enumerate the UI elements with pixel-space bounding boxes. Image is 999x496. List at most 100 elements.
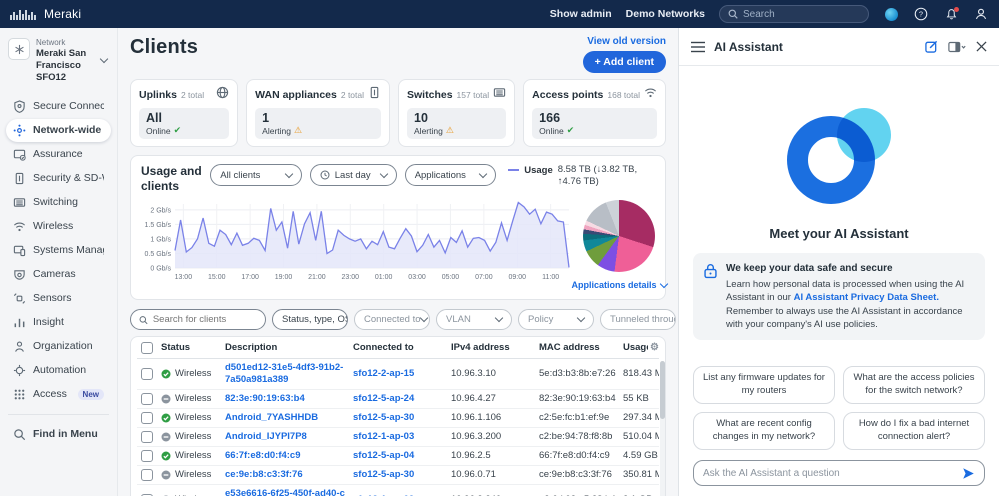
column-description[interactable]: Description xyxy=(225,342,353,353)
sidebar-item-access-manager[interactable]: Access Manager New xyxy=(6,383,111,406)
global-search-input[interactable]: Search xyxy=(719,5,869,23)
client-description-link[interactable]: 82:3e:90:19:63:b4 xyxy=(225,393,353,405)
view-old-version-link[interactable]: View old version xyxy=(587,36,666,47)
privacy-datasheet-link[interactable]: AI Assistant Privacy Data Sheet. xyxy=(794,292,939,303)
add-client-button[interactable]: + Add client xyxy=(582,51,666,73)
column-mac[interactable]: MAC address xyxy=(539,342,623,353)
table-scrollbar[interactable] xyxy=(660,361,665,496)
send-icon[interactable] xyxy=(962,467,975,480)
new-chat-icon[interactable] xyxy=(925,40,938,53)
row-checkbox[interactable] xyxy=(141,367,153,380)
table-row[interactable]: Wireless e53e6616-6f25-450f-ad40-c8228ae… xyxy=(137,485,659,496)
sidebar-item-network-wide[interactable]: Network-wide xyxy=(6,118,111,142)
connected-to-link[interactable]: sfo12-5-ap-04 xyxy=(353,450,451,462)
suggestion-chips: List any firmware updates for my routers… xyxy=(693,366,985,450)
usage-line-chart: 0 Gb/s 0.5 Gb/s 1 Gb/s 1.5 Gb/s 2 Gb/s 13:00… xyxy=(141,198,573,295)
client-description-link[interactable]: d501ed12-31e5-4df3-91b2-7a50a981a389 xyxy=(225,362,353,386)
filter-connected-to[interactable]: Connected to xyxy=(354,309,430,330)
client-description-link[interactable]: 66:7f:e8:d0:f4:c9 xyxy=(225,450,353,462)
suggestion-chip[interactable]: What are the access policies for the swi… xyxy=(843,366,985,404)
svg-text:15:00: 15:00 xyxy=(208,274,226,281)
card-value: 1 xyxy=(262,111,270,125)
column-settings-gear-icon[interactable]: ⚙ xyxy=(650,342,659,353)
row-checkbox[interactable] xyxy=(141,449,153,462)
svg-text:0 Gb/s: 0 Gb/s xyxy=(150,266,171,273)
network-selector[interactable]: Network Meraki San Francisco SFO12 xyxy=(6,36,111,94)
row-checkbox[interactable] xyxy=(141,392,153,405)
table-row[interactable]: Wireless d501ed12-31e5-4df3-91b2-7a50a98… xyxy=(137,359,659,390)
suggestion-chip[interactable]: How do I fix a bad internet connection a… xyxy=(843,412,985,450)
dock-panel-icon[interactable] xyxy=(948,41,966,53)
client-description-link[interactable]: Android_IJYPI7P8 xyxy=(225,431,353,443)
demo-networks-link[interactable]: Demo Networks xyxy=(626,8,705,20)
connected-to-link[interactable]: sfo12-2-ap-15 xyxy=(353,368,451,380)
sidebar-item-security-sd-wan[interactable]: Security & SD-WAN xyxy=(6,167,111,190)
show-admin-link[interactable]: Show admin xyxy=(550,8,612,20)
region-status-icon[interactable] xyxy=(883,6,899,22)
sidebar-items: Secure Connect Network-wide Assurance Secur… xyxy=(6,95,111,406)
help-icon[interactable]: ? xyxy=(913,6,929,22)
access-icon xyxy=(13,388,26,401)
sidebar-item-insight[interactable]: Insight xyxy=(6,311,111,334)
warning-icon: ⚠ xyxy=(445,125,454,135)
summary-card-uplinks[interactable]: Uplinks 2 total All Online ✔ xyxy=(130,79,239,147)
client-description-link[interactable]: ce:9e:b8:c3:3f:76 xyxy=(225,469,353,481)
sidebar-item-sensors[interactable]: Sensors xyxy=(6,287,111,310)
summary-card-access-points[interactable]: Access points 168 total 166 Online ✔ xyxy=(523,79,666,147)
client-search-box[interactable] xyxy=(130,309,266,330)
ask-question-box[interactable] xyxy=(693,460,985,486)
row-checkbox[interactable] xyxy=(141,468,153,481)
find-in-menu[interactable]: Find in Menu xyxy=(6,423,111,446)
sidebar-item-automation[interactable]: Automation xyxy=(6,359,111,382)
client-description-link[interactable]: e53e6616-6f25-450f-ad40-c8228ae3f0e7 xyxy=(225,488,353,496)
table-row[interactable]: Wireless 82:3e:90:19:63:b4 sfo12-5-ap-24… xyxy=(137,390,659,409)
select-all-checkbox[interactable] xyxy=(141,341,153,354)
client-search-input[interactable] xyxy=(152,314,257,325)
close-icon[interactable] xyxy=(976,41,987,52)
ask-question-input[interactable] xyxy=(703,467,956,479)
column-status[interactable]: Status xyxy=(161,342,225,353)
usage-and-clients-card: Usage and clients All clients Last day A… xyxy=(130,155,668,300)
suggestion-chip[interactable]: List any firmware updates for my routers xyxy=(693,366,835,404)
filter-status-type-os[interactable]: Status, type, OS xyxy=(272,309,348,330)
clients-filter-select[interactable]: All clients xyxy=(210,164,302,186)
table-row[interactable]: Wireless Android_7YASHHDB sfo12-5-ap-30 … xyxy=(137,409,659,428)
filter-tunneled-through[interactable]: Tunneled through xyxy=(600,309,676,330)
applications-filter-select[interactable]: Applications xyxy=(404,164,497,186)
client-description-link[interactable]: Android_7YASHHDB xyxy=(225,412,353,424)
connected-to-link[interactable]: sfo12-5-ap-30 xyxy=(353,412,451,424)
period-filter-select[interactable]: Last day xyxy=(309,164,397,186)
filter-vlan[interactable]: VLAN xyxy=(436,309,512,330)
connected-to-link[interactable]: sfo12-5-ap-24 xyxy=(353,393,451,405)
row-checkbox[interactable] xyxy=(141,411,153,424)
sidebar-item-secure-connect[interactable]: Secure Connect xyxy=(6,95,111,118)
column-usage[interactable]: Usage xyxy=(623,342,648,353)
table-row[interactable]: Wireless Android_IJYPI7P8 sfo12-1-ap-03 … xyxy=(137,428,659,447)
summary-card-switches[interactable]: Switches 157 total 10 Alerting ⚠ xyxy=(398,79,516,147)
column-connected-to[interactable]: Connected to xyxy=(353,342,451,353)
meraki-brand[interactable]: Meraki xyxy=(44,7,81,21)
menu-icon[interactable] xyxy=(691,41,705,53)
chevron-down-icon xyxy=(478,169,488,178)
sidebar-item-systems-manager[interactable]: Systems Manager xyxy=(6,239,111,262)
sidebar-item-switching[interactable]: Switching xyxy=(6,191,111,214)
sidebar-item-organization[interactable]: Organization xyxy=(6,335,111,358)
filter-policy[interactable]: Policy xyxy=(518,309,594,330)
connected-to-link[interactable]: sfo12-1-ap-03 xyxy=(353,431,451,443)
summary-card-wan-appliances[interactable]: WAN appliances 2 total 1 Alerting ⚠ xyxy=(246,79,391,147)
table-row[interactable]: Wireless 66:7f:e8:d0:f4:c9 sfo12-5-ap-04… xyxy=(137,447,659,466)
connected-to-link[interactable]: sfo12-5-ap-30 xyxy=(353,469,451,481)
table-row[interactable]: Wireless ce:9e:b8:c3:3f:76 sfo12-5-ap-30… xyxy=(137,466,659,485)
account-icon[interactable] xyxy=(973,6,989,22)
applications-details-link[interactable]: Applications details xyxy=(571,279,668,290)
card-title: Access points xyxy=(532,89,604,101)
card-title: Uplinks xyxy=(139,89,177,101)
sidebar-item-assurance[interactable]: Assurance xyxy=(6,143,111,166)
sidebar: Network Meraki San Francisco SFO12 Secur… xyxy=(0,28,118,496)
sidebar-item-cameras[interactable]: Cameras xyxy=(6,263,111,286)
column-ipv4[interactable]: IPv4 address xyxy=(451,342,539,353)
notifications-bell-icon[interactable] xyxy=(943,6,959,22)
sidebar-item-wireless[interactable]: Wireless xyxy=(6,215,111,238)
row-checkbox[interactable] xyxy=(141,430,153,443)
suggestion-chip[interactable]: What are recent config changes in my net… xyxy=(693,412,835,450)
